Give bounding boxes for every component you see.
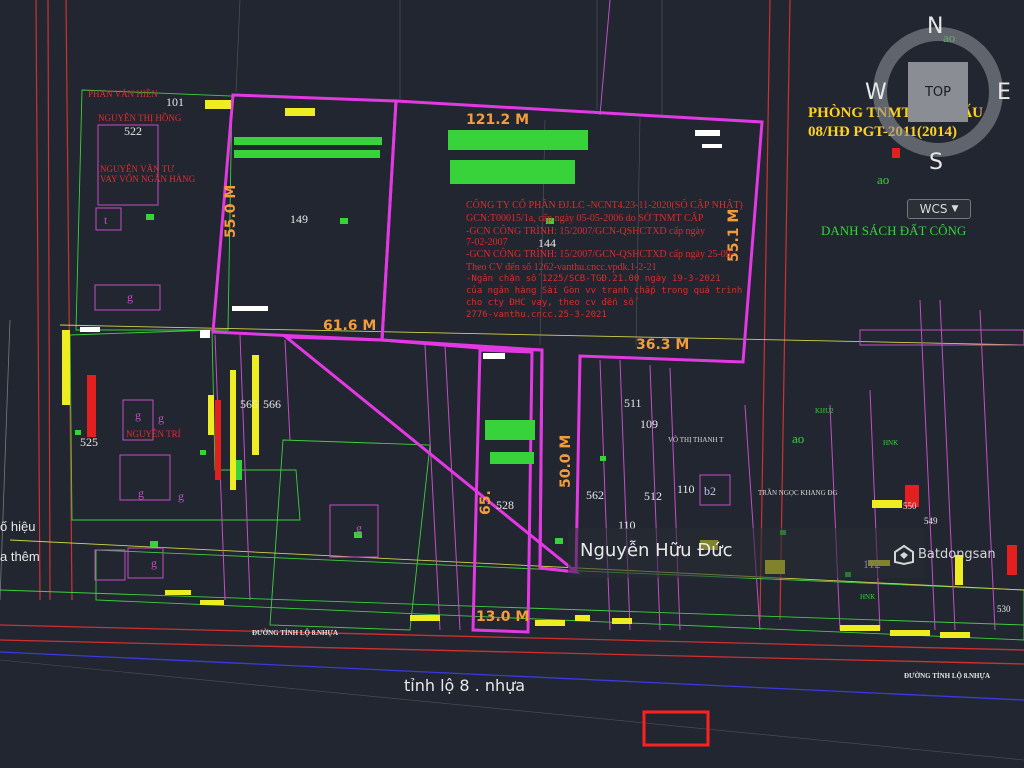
- compass-south[interactable]: S: [929, 150, 943, 175]
- note-gcn-1: GCN:T00015/1a, cấp ngày 05-05-2006 do SỞ…: [466, 213, 704, 224]
- left-edge-text-1: ố hiệu: [0, 519, 36, 534]
- dimension-55-0m: 55.0 M: [223, 184, 239, 238]
- wcs-menu-button[interactable]: WCS ▼: [907, 199, 971, 219]
- note-block-3: cho cty ĐHC vay, theo cv đến số: [466, 298, 634, 308]
- parcel-522[interactable]: 522: [124, 125, 142, 137]
- parcel-149[interactable]: 149: [290, 213, 308, 225]
- parcel-g-7: g: [356, 521, 362, 535]
- owner-phan-van: PHAN VĂN HIỀN: [88, 89, 158, 99]
- note-cv: Theo CV đến số 1262-vanthu.cncc.vpdk.1-2…: [466, 262, 657, 273]
- compass-west[interactable]: W: [865, 80, 887, 105]
- land-type-hnk-1: HNK: [883, 439, 899, 447]
- note-block-4: 2776-vanthu.cncc.25-3-2021: [466, 310, 607, 320]
- dimension-36-3m: 36.3 M: [636, 337, 690, 353]
- parcel-g-4: g: [178, 489, 184, 503]
- parcel-t: t: [104, 213, 108, 227]
- note-gcn-2b: 7-02-2007: [466, 237, 508, 248]
- parcel-511[interactable]: 511: [624, 397, 642, 409]
- dimension-65: 65.: [478, 490, 494, 515]
- note-block-2: của ngân hàng Sài Gòn vv tranh chấp tron…: [466, 286, 743, 296]
- road-label-provincial-left: ĐƯỜNG TỈNH LỘ 8.NHỰA: [252, 629, 339, 637]
- parcel-144[interactable]: 144: [538, 237, 556, 249]
- public-land-title: DANH SÁCH ĐẤT CÔNG: [821, 223, 967, 238]
- cad-viewport[interactable]: 121.2 M 55.0 M 61.6 M 55.1 M 36.3 M 50.0…: [0, 0, 1024, 768]
- parcel-109[interactable]: 109: [640, 418, 658, 430]
- parcel-549[interactable]: 549: [924, 517, 938, 526]
- note-gcn-2: -GCN CÔNG TRÌNH: 15/2007/GCN-QSHCTXD cấp…: [466, 226, 705, 237]
- wcs-label: WCS: [919, 202, 948, 216]
- parcel-550[interactable]: 550: [903, 502, 917, 511]
- parcel-g-3: g: [138, 486, 144, 500]
- owner-nguyen-tri: NGUYỄN TRÍ: [126, 429, 181, 439]
- parcel-566[interactable]: 566: [263, 398, 281, 410]
- watermark-name: Nguyễn Hữu Đức: [580, 540, 733, 561]
- compass-east[interactable]: E: [997, 80, 1011, 105]
- parcel-g-2: g: [135, 408, 141, 422]
- owner-vo-thi: VÕ THỊ THANH T: [668, 436, 724, 444]
- owner-tran-ngoc: TRẦN NGỌC KHANG ĐG: [758, 489, 838, 497]
- parcel-528[interactable]: 528: [496, 499, 514, 511]
- parcel-b2[interactable]: b2: [704, 485, 716, 497]
- parcel-g-1: g: [127, 290, 133, 304]
- note-company: CÔNG TY CỔ PHẦN ĐJ.LC -NCNT4.23-11-2020(…: [466, 200, 743, 211]
- parcel-562[interactable]: 562: [586, 489, 604, 501]
- owner-vay-von: VAY VỐN NGÂN HÀNG: [100, 174, 196, 184]
- view-cube-top[interactable]: TOP: [908, 62, 968, 122]
- note-gcn-3: -GCN CÔNG TRÌNH: 15/2007/GCN-QSHCTXD cấp…: [466, 249, 735, 260]
- owner-nguyen-thi-hong: NGUYỄN THỊ HỒNG: [98, 113, 182, 123]
- dimension-50-0m: 50.0 M: [558, 434, 574, 488]
- parcel-512[interactable]: 512: [644, 490, 662, 502]
- parcel-565[interactable]: 565: [240, 398, 258, 410]
- parcel-g-5: g: [158, 411, 164, 425]
- land-type-khu2: KHU2: [815, 407, 834, 415]
- parcel-525[interactable]: 525: [80, 436, 98, 448]
- road-label-main: tỉnh lộ 8 . nhựa: [404, 676, 526, 695]
- owner-nguyen-van-tu: NGUYỄN VĂN TƯ: [100, 164, 175, 174]
- road-label-provincial-right: ĐƯỜNG TỈNH LỘ 8.NHỰA: [904, 672, 991, 680]
- chevron-down-icon: ▼: [951, 204, 959, 214]
- parcel-101[interactable]: 101: [166, 96, 184, 108]
- land-type-ao-2: ao: [792, 431, 805, 446]
- parcel-g-6: g: [151, 556, 157, 570]
- land-type-hnk-2: HNK: [860, 593, 876, 601]
- dimension-61-6m: 61.6 M: [323, 318, 377, 334]
- parcel-110-a[interactable]: 110: [677, 483, 695, 495]
- compass-north[interactable]: N: [927, 14, 943, 39]
- note-block-1: -Ngăn chặn số 1225/SCB-TGĐ.21.00 ngày 19…: [466, 274, 721, 284]
- batdongsan-logo-icon: [894, 544, 914, 566]
- dimension-121-2m: 121.2 M: [466, 112, 530, 128]
- left-edge-text-2: a thêm: [0, 549, 40, 564]
- watermark-brand: Batdongsan: [918, 547, 996, 562]
- dimension-13-0m: 13.0 M: [476, 609, 530, 625]
- land-type-ao-1: ao: [877, 172, 890, 187]
- parcel-530[interactable]: 530: [997, 605, 1011, 614]
